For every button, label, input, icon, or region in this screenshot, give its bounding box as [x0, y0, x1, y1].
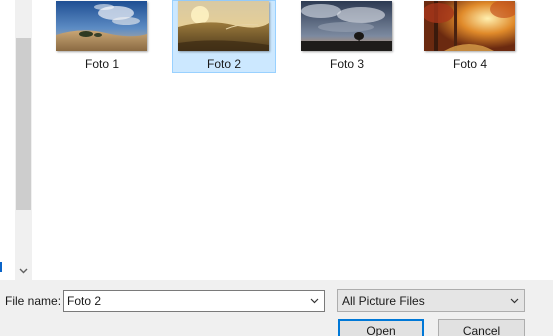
photo-thumbnail	[178, 1, 269, 51]
file-type-value: All Picture Files	[342, 294, 425, 308]
file-item-foto-1[interactable]: Foto 1	[50, 0, 154, 73]
scroll-down-button[interactable]	[15, 262, 32, 279]
filename-input[interactable]	[64, 291, 302, 311]
chevron-down-icon	[310, 298, 318, 304]
file-item-label: Foto 4	[452, 57, 488, 71]
photo-thumbnail	[424, 1, 515, 51]
cancel-button[interactable]: Cancel	[438, 319, 525, 336]
file-open-dialog: Foto 1 Foto 2 Foto 3 Foto 4 File name: F…	[0, 0, 553, 336]
filename-combobox[interactable]	[63, 290, 325, 312]
file-type-dropdown-button[interactable]	[504, 290, 524, 311]
file-item-foto-2[interactable]: Foto 2	[172, 0, 276, 73]
chevron-down-icon	[510, 298, 518, 303]
file-item-label: Foto 2	[206, 57, 242, 71]
navigation-pane[interactable]	[0, 0, 15, 280]
nav-item-edge	[0, 262, 2, 272]
file-item-foto-4[interactable]: Foto 4	[418, 0, 522, 73]
file-item-label: Foto 1	[84, 57, 120, 71]
open-button[interactable]: Open	[338, 319, 424, 336]
file-item-label: Foto 3	[329, 57, 365, 71]
chevron-down-icon	[19, 268, 28, 273]
nav-scrollbar[interactable]	[15, 0, 32, 280]
filename-dropdown-button[interactable]	[304, 291, 324, 311]
scroll-thumb[interactable]	[16, 38, 31, 210]
file-item-foto-3[interactable]: Foto 3	[295, 0, 399, 73]
file-list[interactable]: Foto 1 Foto 2 Foto 3 Foto 4	[32, 0, 553, 280]
filename-label: File name:	[5, 294, 62, 308]
photo-thumbnail	[301, 1, 392, 51]
file-type-select[interactable]: All Picture Files	[337, 289, 525, 312]
photo-thumbnail	[56, 1, 147, 51]
